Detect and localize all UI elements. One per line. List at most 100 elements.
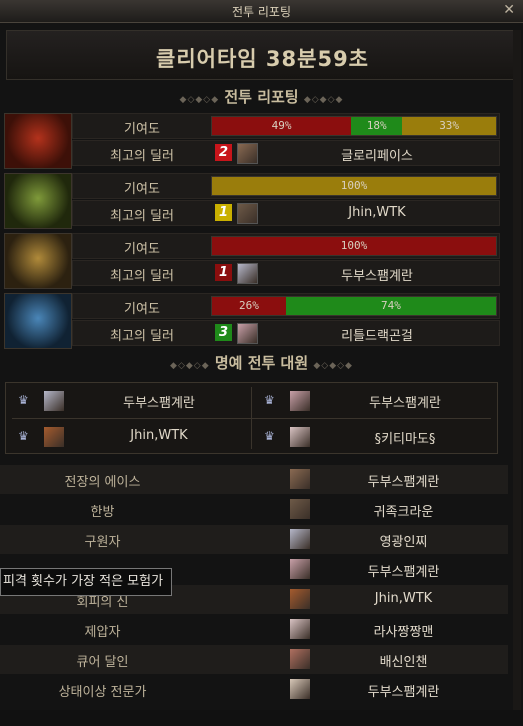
honor-member-name: Jhin,WTK xyxy=(130,428,188,443)
contribution-label: 기여도 xyxy=(124,302,160,317)
award-row[interactable]: 구원자 영광인찌 xyxy=(0,525,508,554)
avatar-icon xyxy=(290,427,310,447)
avatar-icon xyxy=(290,649,310,669)
gold-demon-boss-icon xyxy=(4,233,72,289)
battle-report-window: 전투 리포팅 ✕ 클리어타임 38분59초 ◆◇◆◇◆ 전투 리포팅 ◆◇◆◇◆… xyxy=(0,0,523,726)
crown-icon: ♛ xyxy=(18,393,29,407)
dealer-name: 두부스팸계란 xyxy=(341,269,413,284)
honor-member[interactable]: ♛ §키티마도§ xyxy=(252,419,496,453)
award-row[interactable]: 제압자 라사짱짱맨 xyxy=(0,615,508,644)
avatar-icon xyxy=(44,427,64,447)
award-row[interactable]: 전장의 에이스 두부스팸계란 xyxy=(0,465,508,494)
best-dealer-row: 최고의 딜러 2 글로리페이스 xyxy=(72,140,500,166)
ornament-right-icon: ◆◇◆◇◆ xyxy=(303,95,344,105)
boss-row: 기여도 100% 최고의 딜러 1 두부스팸계란 xyxy=(4,233,510,289)
award-player-name: 영광인찌 xyxy=(379,535,428,550)
honor-member[interactable]: ♛ 두부스팸계란 xyxy=(6,383,250,417)
crown-icon: ♛ xyxy=(264,393,275,407)
award-player-name: 라사짱짱맨 xyxy=(373,625,434,640)
dealer-name: 리틀드랙곤걸 xyxy=(341,329,413,344)
contribution-segment: 74% xyxy=(285,297,496,315)
award-title: 상태이상 전문가 xyxy=(58,685,147,700)
best-dealer-row: 최고의 딜러 3 리틀드랙곤걸 xyxy=(72,320,500,346)
contribution-label: 기여도 xyxy=(124,182,160,197)
contribution-bar: 26% 74% xyxy=(211,296,497,316)
clear-time: 클리어타임 38분59초 xyxy=(156,47,369,71)
rank-badge: 1 xyxy=(215,264,232,281)
avatar-icon xyxy=(237,203,258,224)
best-dealer-label: 최고의 딜러 xyxy=(110,329,174,344)
report-section-header: ◆◇◆◇◆ 전투 리포팅 ◆◇◆◇◆ xyxy=(0,86,523,107)
contribution-bar: 100% xyxy=(211,176,497,196)
boss-row: 기여도 100% 최고의 딜러 1 Jhin,WTK xyxy=(4,173,510,229)
ornament-left-icon: ◆◇◆◇◆ xyxy=(179,95,220,105)
tooltip: 피격 횟수가 가장 적은 모험가 xyxy=(0,568,173,596)
blue-demon-boss-icon xyxy=(4,293,72,349)
crown-icon: ♛ xyxy=(264,429,275,443)
close-icon[interactable]: ✕ xyxy=(503,2,515,18)
best-dealer-label: 최고의 딜러 xyxy=(110,269,174,284)
best-dealer: 2 글로리페이스 xyxy=(215,143,495,164)
avatar-icon xyxy=(237,323,258,344)
award-player-name: 두부스팸계란 xyxy=(367,685,440,700)
contribution-segment: 26% xyxy=(212,297,286,315)
award-player-name: 귀족크라운 xyxy=(373,505,434,520)
contribution-segment: 100% xyxy=(212,177,496,195)
honor-member[interactable]: ♛ Jhin,WTK xyxy=(6,419,250,453)
avatar-icon xyxy=(237,143,258,164)
dealer-name: 글로리페이스 xyxy=(341,149,413,164)
award-player-name: 배신인챈 xyxy=(379,655,428,670)
award-player-name: Jhin,WTK xyxy=(374,591,433,606)
contribution-row: 기여도 49% 18% 33% xyxy=(72,113,500,139)
honor-section-title: 명예 전투 대원 xyxy=(214,354,309,372)
best-dealer: 1 두부스팸계란 xyxy=(215,263,495,284)
contribution-segment: 18% xyxy=(351,117,403,135)
scrollbar[interactable] xyxy=(513,30,521,710)
honor-member[interactable]: ♛ 두부스팸계란 xyxy=(252,383,496,417)
contribution-row: 기여도 26% 74% xyxy=(72,293,500,319)
honor-panel: ♛ 두부스팸계란 ♛ 두부스팸계란 ♛ Jhin,WTK ♛ §키티마도§ xyxy=(5,382,498,454)
honor-member-name: 두부스팸계란 xyxy=(369,396,441,411)
honor-member-name: 두부스팸계란 xyxy=(123,396,195,411)
boss-row: 기여도 49% 18% 33% 최고의 딜러 2 글로리페이스 xyxy=(4,113,510,169)
best-dealer-row: 최고의 딜러 1 Jhin,WTK xyxy=(72,200,500,226)
crown-icon: ♛ xyxy=(18,429,29,443)
avatar-icon xyxy=(290,619,310,639)
avatar-icon xyxy=(44,391,64,411)
award-title: 전장의 에이스 xyxy=(64,475,141,490)
award-title: 제압자 xyxy=(84,625,121,640)
contribution-segment: 49% xyxy=(212,117,352,135)
avatar-icon xyxy=(290,529,310,549)
contribution-label: 기여도 xyxy=(124,242,160,257)
rank-badge: 1 xyxy=(215,204,232,221)
avatar-icon xyxy=(290,679,310,699)
contribution-bar: 49% 18% 33% xyxy=(211,116,497,136)
rank-badge: 2 xyxy=(215,144,232,161)
best-dealer: 1 Jhin,WTK xyxy=(215,203,495,224)
avatar-icon xyxy=(290,589,310,609)
honor-member-name: §키티마도§ xyxy=(374,432,436,447)
contribution-bar: 100% xyxy=(211,236,497,256)
contribution-label: 기여도 xyxy=(124,122,160,137)
green-demon-boss-icon xyxy=(4,173,72,229)
award-row[interactable]: 한방 귀족크라운 xyxy=(0,495,508,524)
contribution-segment: 100% xyxy=(212,237,496,255)
best-dealer: 3 리틀드랙곤걸 xyxy=(215,323,495,344)
award-title: 한방 xyxy=(90,505,115,520)
ornament-right-icon: ◆◇◆◇◆ xyxy=(313,361,353,371)
award-row[interactable]: 상태이상 전문가 두부스팸계란 xyxy=(0,675,508,704)
clear-time-panel: 클리어타임 38분59초 xyxy=(6,30,519,80)
footer-bar xyxy=(0,710,523,726)
avatar-icon xyxy=(237,263,258,284)
award-row[interactable]: 큐어 달인 배신인챈 xyxy=(0,645,508,674)
boss-row: 기여도 26% 74% 최고의 딜러 3 리틀드랙곤걸 xyxy=(4,293,510,349)
red-demon-boss-icon xyxy=(4,113,72,169)
dealer-name: Jhin,WTK xyxy=(348,205,406,220)
award-title: 큐어 달인 xyxy=(76,655,129,670)
best-dealer-row: 최고의 딜러 1 두부스팸계란 xyxy=(72,260,500,286)
avatar-icon xyxy=(290,559,310,579)
avatar-icon xyxy=(290,469,310,489)
contribution-row: 기여도 100% xyxy=(72,233,500,259)
best-dealer-label: 최고의 딜러 xyxy=(110,209,174,224)
avatar-icon xyxy=(290,499,310,519)
